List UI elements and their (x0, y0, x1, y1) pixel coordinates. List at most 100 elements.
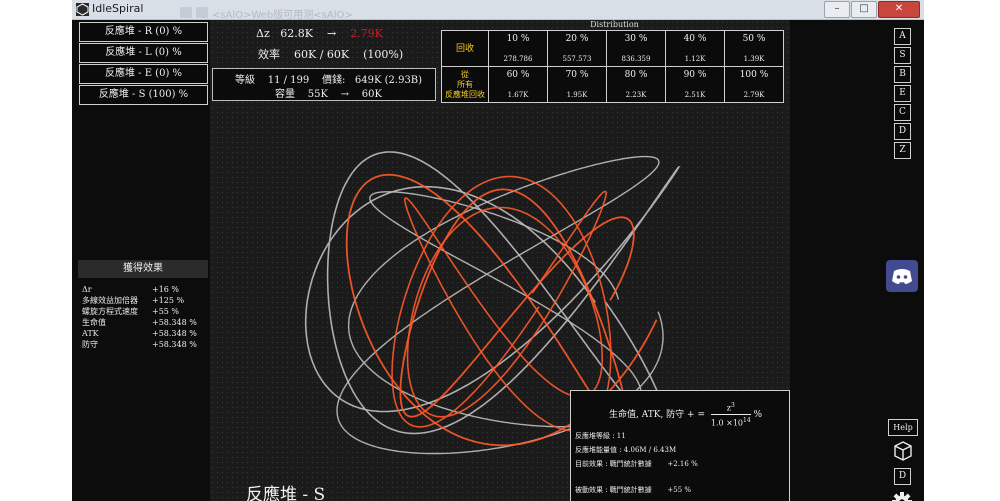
minimize-button[interactable]: – (824, 1, 850, 18)
cell-value: 2.51K (684, 91, 706, 99)
distribution-panel: Distribution 回收 10 % 278.786 20 % 557.573 … (441, 20, 788, 103)
cell-value: 278.786 (503, 55, 533, 63)
formula-numerator-line: z3 (710, 401, 751, 415)
cell-pct: 100 % (739, 70, 769, 80)
info-passive-line: 被動效果 : 戰鬥統計數據 +55 % (575, 485, 691, 495)
side-button-b[interactable]: B (894, 66, 911, 83)
effect-row: 螺旋方程式速度 +55 % (82, 306, 197, 317)
effect-name: Δr (82, 285, 92, 294)
window-controls: – □ ✕ (824, 1, 920, 18)
effect-value: +125 % (152, 296, 185, 305)
side-button-e[interactable]: E (894, 85, 911, 102)
close-button[interactable]: ✕ (878, 1, 920, 18)
window-title: IdleSpiral (92, 2, 144, 15)
delta-target: 2.79K (350, 27, 383, 40)
side-button-d[interactable]: D (894, 123, 911, 140)
effect-row: 防守 +58.348 % (82, 339, 197, 350)
reactor-s-button[interactable]: 反應堆 - S (100) % (79, 85, 208, 105)
efficiency-label: 效率 (258, 48, 280, 61)
effect-name: 多線效益加倍器 (82, 296, 138, 305)
distribution-cell[interactable]: 40 % 1.12K (666, 31, 724, 66)
distribution-cell[interactable]: 30 % 836.359 (607, 31, 665, 66)
game-window: IdleSpiral <sAlO>Web版可用测<sAlO> – □ ✕ 反應堆… (72, 0, 924, 501)
cell-pct: 30 % (624, 34, 648, 44)
capacity-value: 55K (307, 89, 328, 100)
distribution-cell[interactable]: 80 % 2.23K (607, 67, 665, 102)
side-button-s[interactable]: S (894, 47, 911, 64)
distribution-cell[interactable]: 70 % 1.95K (548, 67, 606, 102)
distribution-cell[interactable]: 20 % 557.573 (548, 31, 606, 66)
delta-arrow: → (326, 27, 337, 40)
level-label: 等級 (235, 75, 255, 86)
cell-pct: 60 % (506, 70, 530, 80)
formula-denominator-line: 1.0 ×1014 (711, 415, 751, 429)
ghost-tab-strip: <sAlO>Web版可用测<sAlO> (180, 3, 460, 21)
side-button-z[interactable]: Z (894, 142, 911, 159)
cell-value: 836.359 (621, 55, 651, 63)
distribution-cell[interactable]: 90 % 2.51K (666, 67, 724, 102)
title-bar[interactable]: IdleSpiral <sAlO>Web版可用测<sAlO> – □ ✕ (72, 0, 924, 21)
distribution-cell[interactable]: 50 % 1.39K (725, 31, 783, 66)
effect-row: 生命值 +58.348 % (82, 317, 197, 328)
effect-value: +16 % (152, 285, 180, 294)
effect-value: +58.348 % (152, 340, 197, 349)
cell-value: 2.79K (743, 91, 765, 99)
passive-effect-value: +55 % (667, 486, 692, 494)
maximize-button[interactable]: □ (851, 1, 877, 18)
delta-row: Δz 62.8K → 2.79K (256, 27, 383, 40)
formula-suffix: % (753, 410, 763, 421)
formula-exp-top: 3 (730, 402, 735, 409)
info-level-line: 反應堆等級 : 11 (575, 432, 626, 440)
effect-name: ATK (82, 329, 99, 338)
recycle-all-header[interactable]: 從 所有 反應堆回收 (442, 67, 488, 102)
cube-icon[interactable] (892, 440, 914, 462)
reactor-l-button[interactable]: 反應堆 - L (0) % (79, 43, 208, 63)
cell-pct: 10 % (506, 34, 530, 44)
distribution-cell[interactable]: 60 % 1.67K (489, 67, 547, 102)
side-button-c[interactable]: C (894, 104, 911, 121)
cell-value: 1.67K (507, 91, 529, 99)
cell-value: 1.95K (566, 91, 588, 99)
capacity-line: 容量 55K → 60K (275, 85, 382, 100)
capacity-label: 容量 (275, 89, 295, 100)
cell-pct: 70 % (565, 70, 589, 80)
help-button[interactable]: Help (888, 419, 918, 436)
current-effect-value: +2.16 % (667, 460, 698, 468)
level-line: 等級 11 / 199 價錢: 649K (2.93B) (235, 71, 422, 86)
reactor-r-button[interactable]: 反應堆 - R (0) % (79, 22, 208, 42)
effect-name: 螺旋方程式速度 (82, 307, 138, 316)
cell-pct: 50 % (742, 34, 766, 44)
level-box[interactable]: 等級 11 / 199 價錢: 649K (2.93B) 容量 55K → 60… (212, 68, 436, 101)
effect-value: +58.348 % (152, 318, 197, 327)
formula-denominator: 1.0 ×10 (710, 418, 744, 428)
capacity-target: 60K (361, 89, 382, 100)
distribution-title: Distribution (590, 20, 639, 29)
recycle-header[interactable]: 回收 (442, 31, 488, 66)
cell-value: 2.23K (625, 91, 647, 99)
distribution-cell[interactable]: 10 % 278.786 (489, 31, 547, 66)
effect-value: +58.348 % (152, 329, 197, 338)
effect-name: 生命值 (82, 318, 106, 327)
game-stage: 反應堆 - R (0) % 反應堆 - L (0) % 反應堆 - E (0) … (72, 20, 924, 501)
cell-pct: 90 % (683, 70, 707, 80)
passive-effect-label: 被動效果 : 戰鬥統計數據 (575, 486, 652, 494)
effect-name: 防守 (82, 340, 98, 349)
reactor-e-button[interactable]: 反應堆 - E (0) % (79, 64, 208, 84)
cell-value: 1.39K (743, 55, 765, 63)
gear-icon[interactable] (891, 491, 913, 501)
discord-icon[interactable] (886, 260, 918, 292)
info-capacity-line: 反應堆能量值 : 4.06M / 6.43M (575, 446, 677, 454)
effects-title: 獲得效果 (78, 260, 208, 278)
capacity-arrow: → (340, 89, 350, 100)
effect-row: 多線效益加倍器 +125 % (82, 295, 197, 306)
efficiency-pct: (100%) (363, 48, 404, 61)
cell-pct: 20 % (565, 34, 589, 44)
d-button[interactable]: D (894, 468, 911, 485)
effects-list: Δr +16 % 多線效益加倍器 +125 % 螺旋方程式速度 +55 % 生命值 +5… (82, 284, 197, 350)
effect-row: ATK +58.348 % (82, 328, 197, 339)
info-formula: 生命值, ATK, 防守 + = z3 1.0 ×1014 % (609, 401, 762, 428)
side-button-a[interactable]: A (894, 28, 911, 45)
distribution-cell[interactable]: 100 % 2.79K (725, 67, 783, 102)
cell-pct: 80 % (624, 70, 648, 80)
efficiency-value: 60K / 60K (294, 48, 350, 61)
